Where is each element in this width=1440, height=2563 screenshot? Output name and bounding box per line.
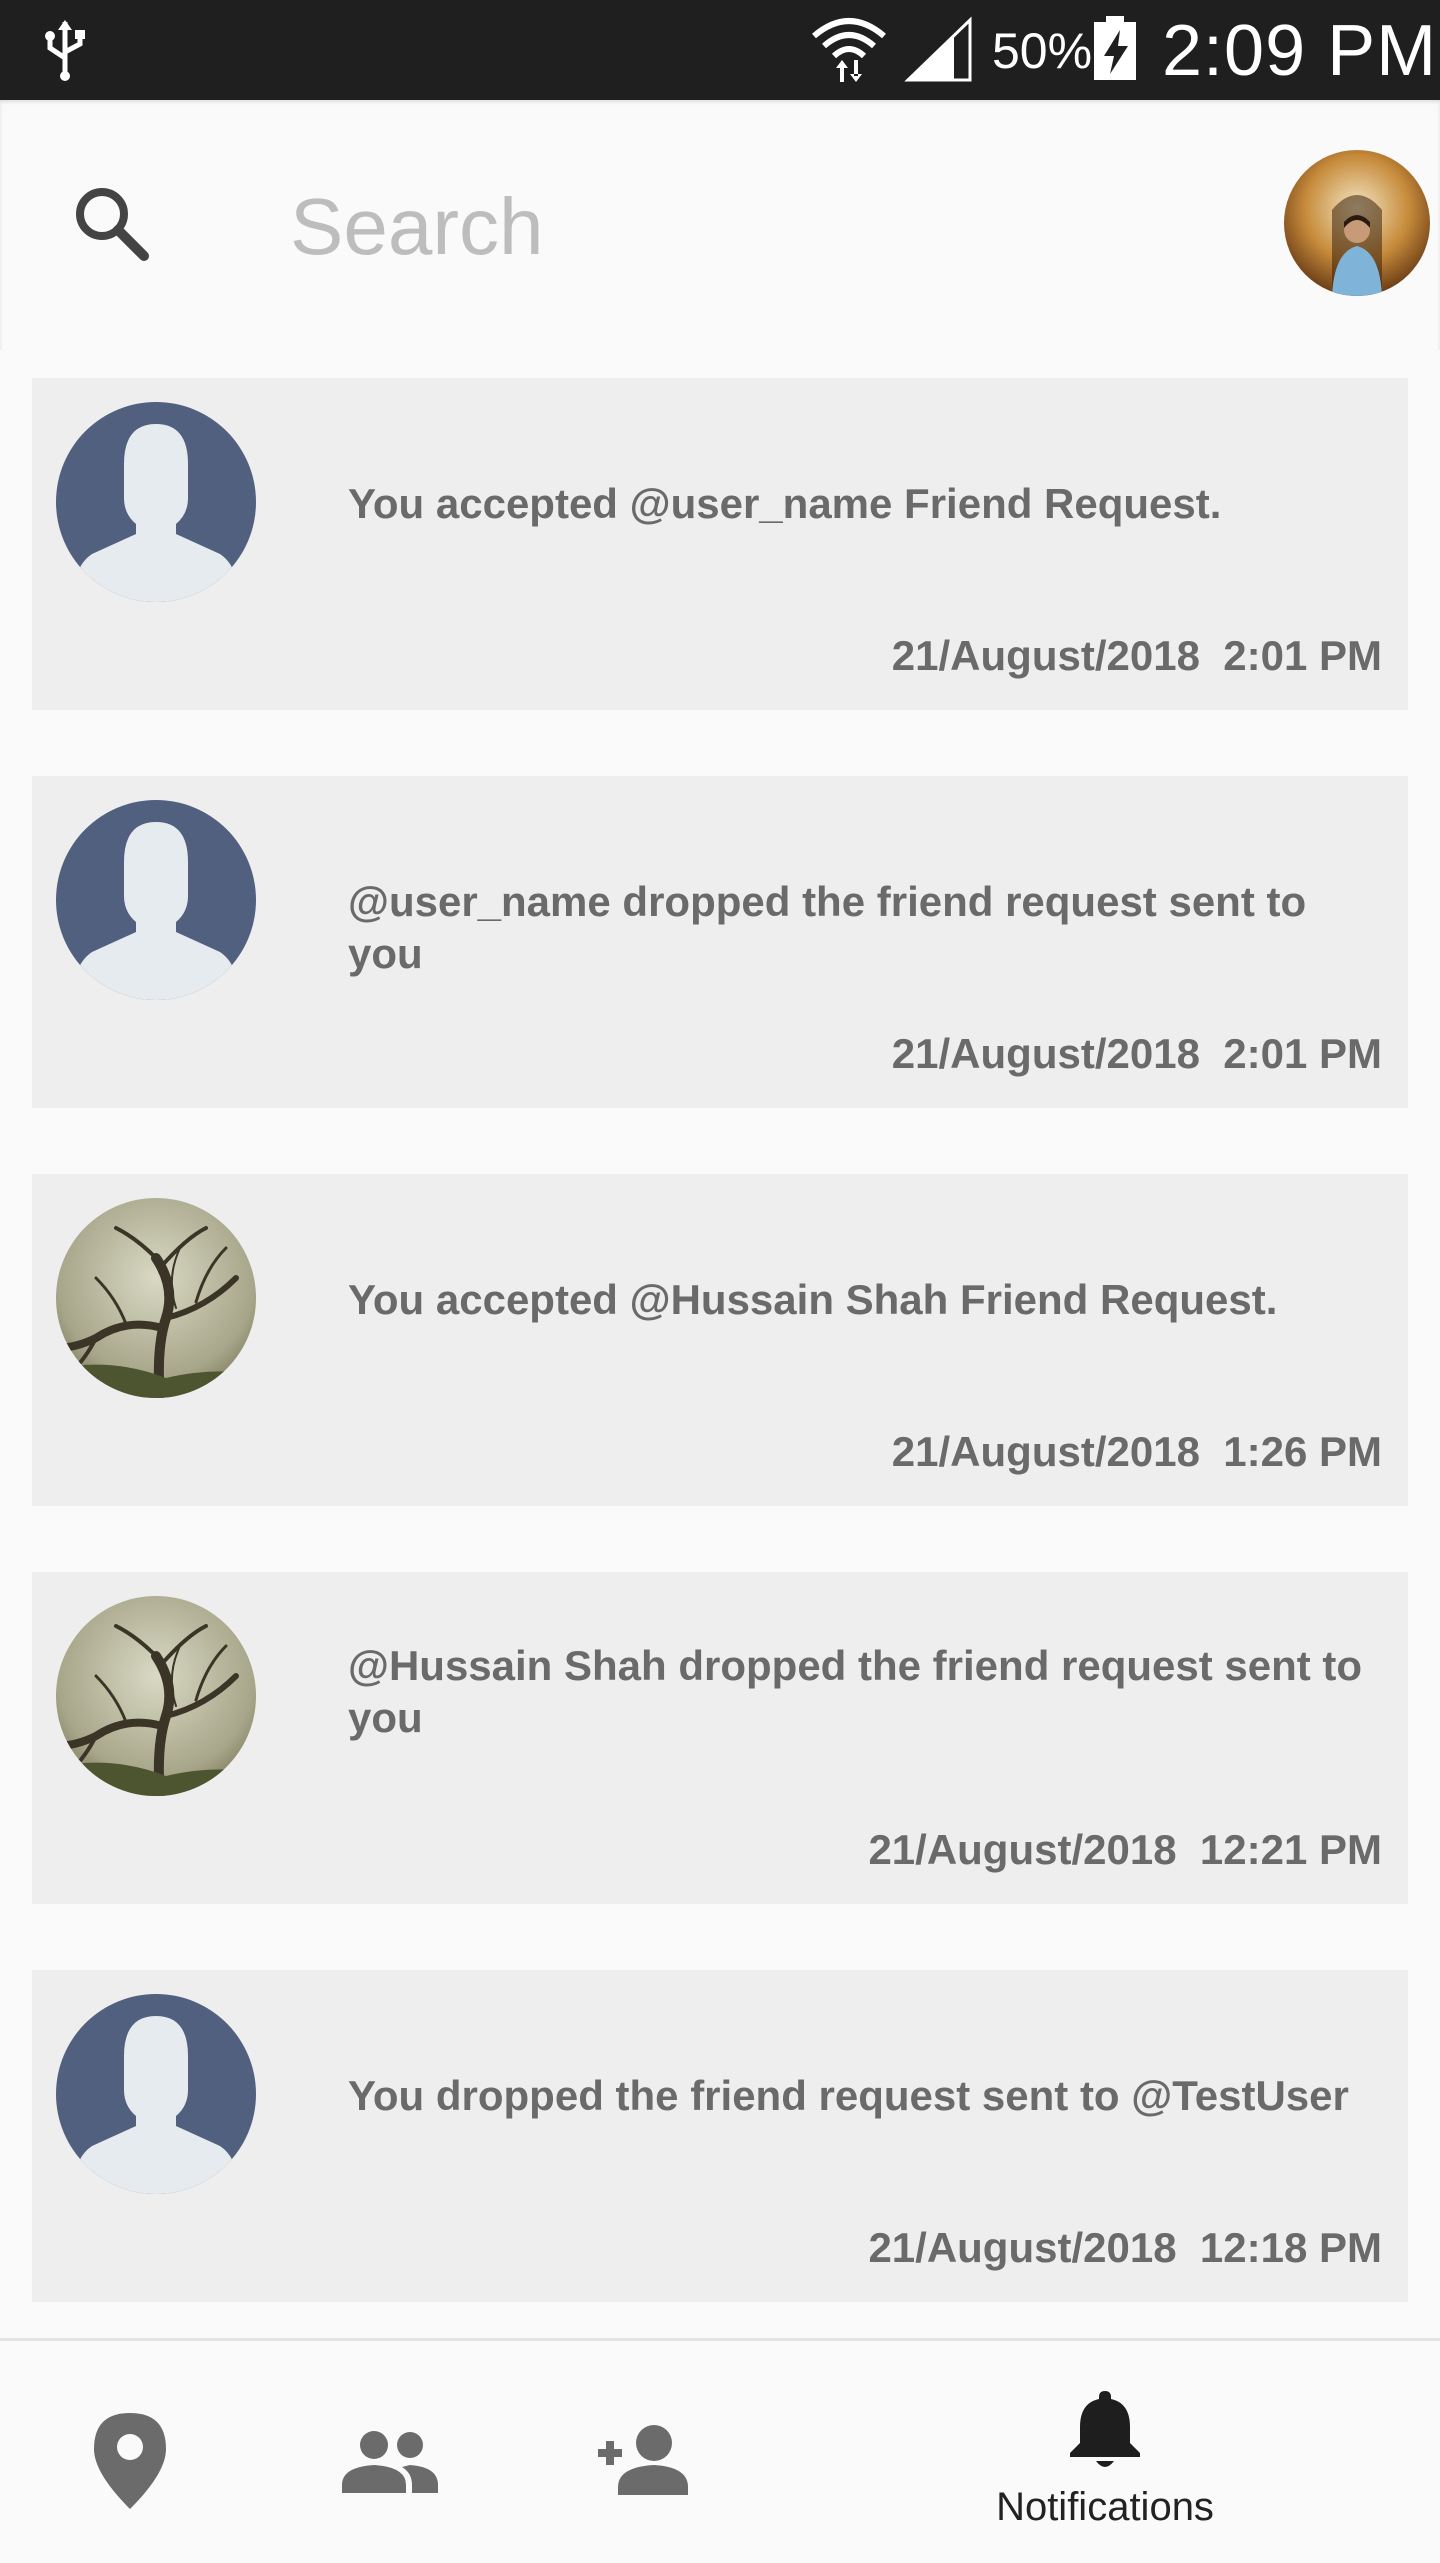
battery-charging-icon — [1094, 16, 1136, 80]
nav-add-friend[interactable] — [580, 2341, 720, 2563]
tree-photo-avatar — [56, 1596, 256, 1796]
notification-item[interactable]: You accepted @Hussain Shah Friend Reques… — [32, 1174, 1408, 1506]
notification-message: You dropped the friend request sent to @… — [348, 2072, 1349, 2119]
default-user-avatar — [56, 402, 256, 602]
usb-icon — [45, 20, 85, 81]
signal-icon — [904, 16, 972, 82]
bottom-navigation: Notifications — [0, 2338, 1440, 2563]
notification-item[interactable]: @user_name dropped the friend request se… — [32, 776, 1408, 1108]
notification-timestamp: 21/August/2018 2:01 PM — [891, 1030, 1382, 1077]
nav-friends[interactable] — [320, 2341, 460, 2563]
clock: 2:09 PM — [1162, 11, 1438, 91]
notification-item[interactable]: You dropped the friend request sent to @… — [32, 1970, 1408, 2302]
notification-item[interactable]: @Hussain Shah dropped the friend request… — [32, 1572, 1408, 1904]
notification-message: You accepted @user_name Friend Request. — [348, 480, 1222, 527]
wifi-icon — [812, 18, 886, 82]
search-icon[interactable] — [70, 182, 152, 264]
notification-timestamp: 21/August/2018 12:21 PM — [868, 1826, 1382, 1873]
default-user-avatar — [56, 1994, 256, 2194]
battery-percent: 50% — [992, 23, 1093, 79]
friends-icon — [342, 2431, 438, 2493]
notification-timestamp: 21/August/2018 1:26 PM — [891, 1428, 1382, 1475]
notification-message: You accepted @Hussain Shah Friend Reques… — [348, 1276, 1278, 1323]
notification-message: @Hussain Shah dropped the friend request… — [348, 1642, 1363, 1741]
notification-message: @user_name dropped the friend request se… — [348, 878, 1307, 977]
profile-avatar[interactable] — [1284, 150, 1430, 296]
nav-notifications-label: Notifications — [996, 2485, 1214, 2529]
nav-location[interactable] — [70, 2341, 190, 2563]
tree-photo-avatar — [56, 1198, 256, 1398]
default-user-avatar — [56, 800, 256, 1000]
notification-item[interactable]: You accepted @user_name Friend Request. … — [32, 378, 1408, 710]
location-pin-icon — [94, 2413, 166, 2509]
notification-timestamp: 21/August/2018 12:18 PM — [868, 2224, 1382, 2271]
status-bar: 50% 2:09 PM — [0, 0, 1440, 100]
add-friend-icon — [598, 2425, 688, 2495]
search-input[interactable] — [290, 172, 990, 282]
notification-timestamp: 21/August/2018 2:01 PM — [891, 632, 1382, 679]
nav-notifications[interactable]: Notifications — [940, 2341, 1270, 2563]
bell-icon — [1070, 2391, 1140, 2467]
